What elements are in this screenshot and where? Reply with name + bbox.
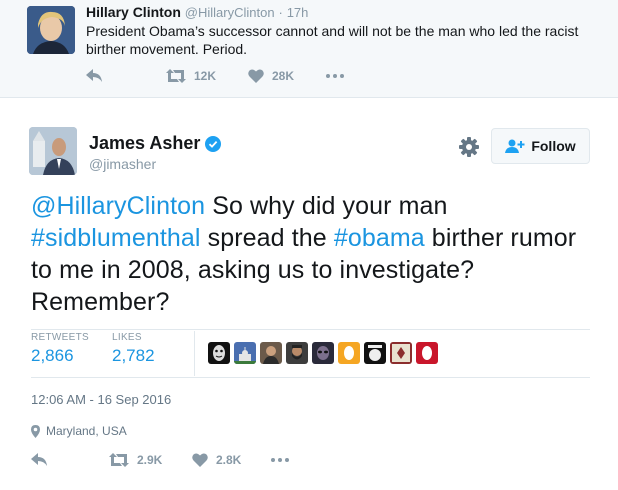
- liker-avatars: [208, 342, 442, 364]
- retweet-count: 12K: [194, 69, 217, 83]
- parent-tweet-header: Hillary Clinton @HillaryClinton · 17h: [86, 4, 308, 20]
- liker-avatar[interactable]: [338, 342, 360, 364]
- reply-icon: [86, 69, 102, 82]
- parent-tweet-actions: 12K 28K: [86, 66, 366, 86]
- liker-avatar[interactable]: [234, 342, 256, 364]
- retweets-stat[interactable]: RETWEETS 2,866: [31, 332, 89, 366]
- tweet-text-part: So why did your man: [205, 192, 448, 220]
- heart-icon: [248, 69, 264, 83]
- author-name[interactable]: Hillary Clinton: [86, 4, 181, 20]
- more-button[interactable]: [271, 450, 289, 470]
- likes-value: 2,782: [112, 346, 155, 365]
- mention-link[interactable]: @HillaryClinton: [31, 192, 205, 220]
- author-name-text: James Asher: [89, 133, 201, 153]
- like-count: 2.8K: [216, 453, 242, 467]
- tweet-time[interactable]: 17h: [287, 5, 309, 20]
- hashtag-link[interactable]: #sidblumenthal: [31, 224, 201, 252]
- like-count: 28K: [272, 69, 295, 83]
- retweets-label: RETWEETS: [31, 332, 89, 343]
- likes-stat[interactable]: LIKES 2,782: [112, 332, 155, 366]
- retweet-icon: [166, 69, 186, 83]
- liker-avatar[interactable]: [312, 342, 334, 364]
- avatar[interactable]: [27, 6, 75, 54]
- like-button[interactable]: 28K: [248, 66, 294, 86]
- divider: [194, 331, 195, 376]
- liker-avatar[interactable]: [416, 342, 438, 364]
- retweet-button[interactable]: 2.9K: [109, 450, 162, 470]
- more-button[interactable]: [326, 66, 344, 86]
- verified-badge-icon: [205, 135, 222, 152]
- liker-avatar[interactable]: [364, 342, 386, 364]
- reply-icon: [31, 453, 47, 466]
- heart-icon: [192, 453, 208, 467]
- separator: ·: [278, 5, 283, 20]
- author-name[interactable]: James Asher: [89, 133, 222, 154]
- author-handle[interactable]: @HillaryClinton: [185, 5, 275, 20]
- liker-avatar[interactable]: [260, 342, 282, 364]
- tweet-timestamp[interactable]: 12:06 AM - 16 Sep 2016: [31, 392, 171, 407]
- retweet-count: 2.9K: [137, 453, 163, 467]
- more-icon: [271, 458, 289, 462]
- avatar[interactable]: [29, 127, 77, 175]
- retweet-button[interactable]: 12K: [166, 66, 216, 86]
- tweet-location[interactable]: Maryland, USA: [31, 424, 127, 438]
- tweet-actions: 2.9K 2.8K: [31, 450, 331, 470]
- gear-icon[interactable]: [458, 136, 480, 158]
- liker-avatar[interactable]: [208, 342, 230, 364]
- tweet-text: @HillaryClinton So why did your man #sid…: [31, 190, 601, 318]
- location-text: Maryland, USA: [46, 424, 127, 438]
- parent-tweet[interactable]: Hillary Clinton @HillaryClinton · 17h Pr…: [0, 0, 618, 98]
- parent-tweet-text: President Obama’s successor cannot and w…: [86, 23, 579, 57]
- retweet-icon: [109, 453, 129, 467]
- reply-button[interactable]: [86, 66, 103, 86]
- author-handle[interactable]: @jimasher: [89, 156, 156, 172]
- location-pin-icon: [31, 424, 40, 438]
- liker-avatar[interactable]: [286, 342, 308, 364]
- retweets-value: 2,866: [31, 346, 74, 365]
- hashtag-link[interactable]: #obama: [334, 224, 425, 252]
- liker-avatar[interactable]: [390, 342, 412, 364]
- divider: [31, 377, 590, 378]
- divider: [31, 329, 590, 330]
- follow-button[interactable]: Follow: [491, 128, 590, 164]
- more-icon: [326, 74, 344, 78]
- reply-button[interactable]: [31, 450, 48, 470]
- follow-label: Follow: [531, 138, 576, 154]
- add-user-icon: [505, 139, 525, 153]
- likes-label: LIKES: [112, 332, 142, 343]
- tweet-text-part: spread the: [200, 224, 334, 252]
- like-button[interactable]: 2.8K: [192, 450, 241, 470]
